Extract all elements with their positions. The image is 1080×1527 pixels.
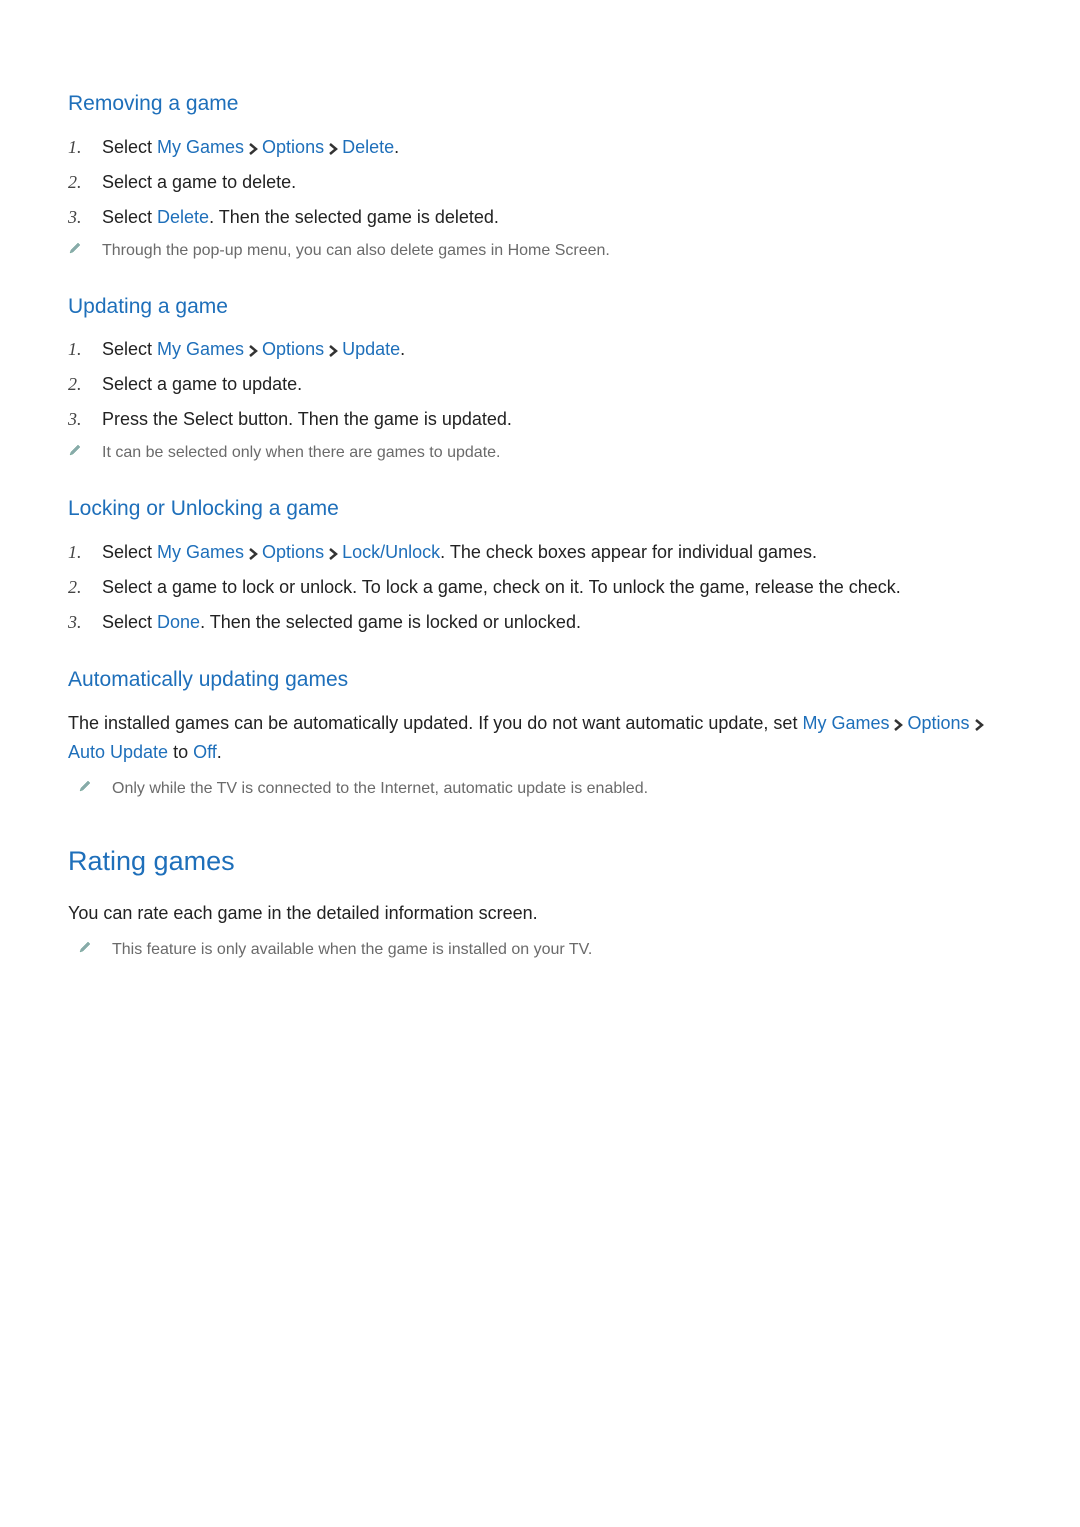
step-text: Select My Games Options Delete. [102,134,399,161]
text: to [168,742,193,762]
link-update: Update [342,339,400,359]
text: Select [102,137,157,157]
chevron-right-icon [974,718,984,732]
steps-updating: 1. Select My Games Options Update. 2. Sele… [68,336,1012,465]
note-item: Through the pop-up menu, you can also de… [68,239,1012,263]
heading-updating-a-game: Updating a game [68,291,1012,323]
step-marker: 1. [68,336,102,363]
pencil-icon [68,241,102,255]
step-marker: 1. [68,539,102,566]
text: Select [102,339,157,359]
text: . Then the selected game is locked or un… [200,612,581,632]
link-done: Done [157,612,200,632]
note-text: This feature is only available when the … [112,938,592,962]
step-text: Select Delete. Then the selected game is… [102,204,499,231]
step-text: Select a game to update. [102,371,302,398]
list-item: 3. Select Done. Then the selected game i… [68,609,1012,636]
link-options: Options [907,713,969,733]
note-text: Only while the TV is connected to the In… [112,777,648,801]
paragraph: You can rate each game in the detailed i… [68,899,1012,928]
text: The installed games can be automatically… [68,713,802,733]
pencil-icon [68,443,102,457]
note-item: This feature is only available when the … [78,938,1012,962]
link-my-games: My Games [157,137,244,157]
text: Select [102,612,157,632]
steps-removing: 1. Select My Games Options Delete. 2. Sele… [68,134,1012,263]
step-text: Select My Games Options Update. [102,336,405,363]
text: Select [102,542,157,562]
heading-auto-updating: Automatically updating games [68,664,1012,696]
paragraph: The installed games can be automatically… [68,709,1012,767]
list-item: 2. Select a game to lock or unlock. To l… [68,574,1012,601]
heading-rating-games: Rating games [68,841,1012,882]
pencil-icon [78,779,112,793]
link-options: Options [262,542,324,562]
chevron-right-icon [328,344,338,358]
link-options: Options [262,137,324,157]
list-item: 3. Press the Select button. Then the gam… [68,406,1012,433]
text: . [217,742,222,762]
step-text: Press the Select button. Then the game i… [102,406,512,433]
chevron-right-icon [248,547,258,561]
note-item: It can be selected only when there are g… [68,441,1012,465]
step-marker: 3. [68,609,102,636]
step-text: Select a game to lock or unlock. To lock… [102,574,901,601]
link-my-games: My Games [802,713,889,733]
note-text: It can be selected only when there are g… [102,441,500,465]
link-lock-unlock: Lock/Unlock [342,542,440,562]
step-marker: 3. [68,204,102,231]
list-item: 3. Select Delete. Then the selected game… [68,204,1012,231]
link-my-games: My Games [157,339,244,359]
heading-locking-unlocking: Locking or Unlocking a game [68,493,1012,525]
step-text: Select Done. Then the selected game is l… [102,609,581,636]
note-text: Through the pop-up menu, you can also de… [102,239,610,263]
link-delete: Delete [342,137,394,157]
link-my-games: My Games [157,542,244,562]
list-item: 2. Select a game to update. [68,371,1012,398]
pencil-icon [78,940,112,954]
step-marker: 2. [68,574,102,601]
note-item: Only while the TV is connected to the In… [78,777,1012,801]
list-item: 1. Select My Games Options Lock/Unlock. Th… [68,539,1012,566]
step-marker: 1. [68,134,102,161]
step-marker: 2. [68,169,102,196]
chevron-right-icon [893,718,903,732]
link-off: Off [193,742,217,762]
text: Select [102,207,157,227]
list-item: 1. Select My Games Options Update. [68,336,1012,363]
steps-locking: 1. Select My GamesOptionsLock/Unlock. Th… [68,539,1012,636]
list-item: 1. Select My Games Options Delete. [68,134,1012,161]
step-text: Select a game to delete. [102,169,296,196]
list-item: 2. Select a game to delete. [68,169,1012,196]
heading-removing-a-game: Removing a game [68,88,1012,120]
step-marker: 3. [68,406,102,433]
text: . [394,137,399,157]
text: . The check boxes appear for individual … [440,542,817,562]
link-auto-update: Auto Update [68,742,168,762]
step-marker: 2. [68,371,102,398]
step-text: Select My Games Options Lock/Unlock. The c… [102,539,817,566]
chevron-right-icon [328,547,338,561]
text: . [400,339,405,359]
text: . Then the selected game is deleted. [209,207,499,227]
chevron-right-icon [248,142,258,156]
chevron-right-icon [328,142,338,156]
chevron-right-icon [248,344,258,358]
link-options: Options [262,339,324,359]
link-delete: Delete [157,207,209,227]
